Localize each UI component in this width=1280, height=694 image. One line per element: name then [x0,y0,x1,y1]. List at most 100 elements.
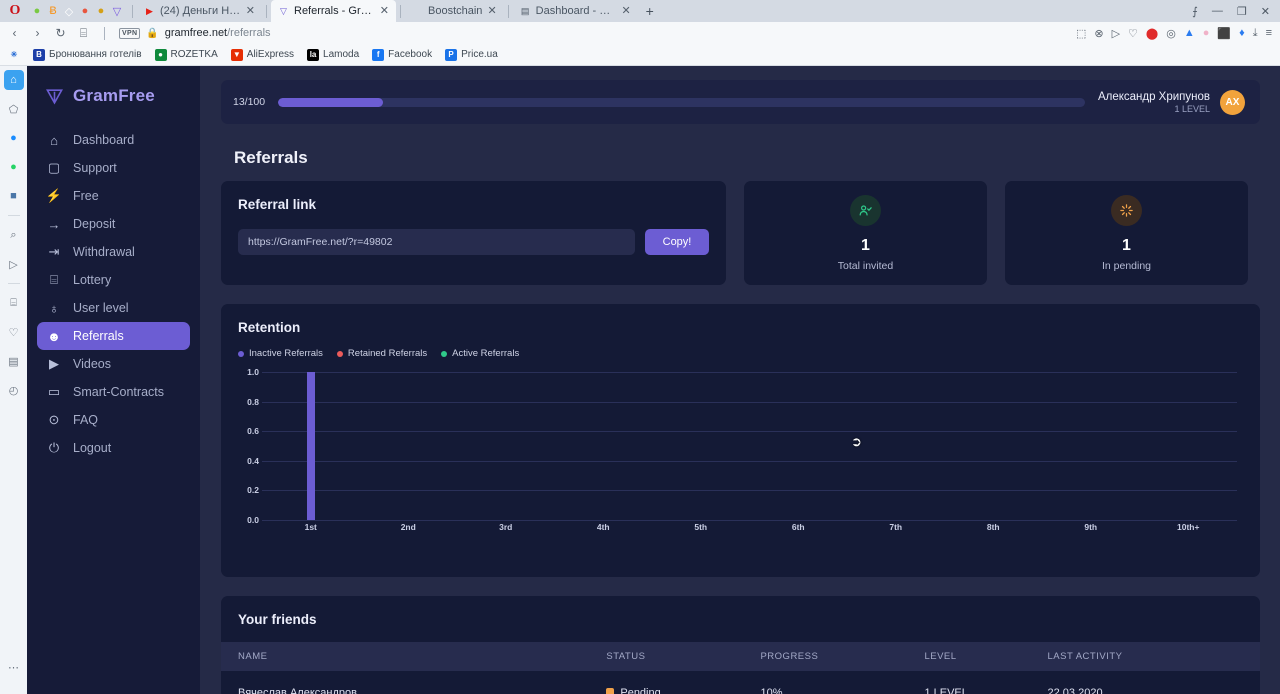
chart-bar-column[interactable] [457,372,555,520]
sidebar-item-faq[interactable]: ⊙ FAQ [37,406,190,434]
divider [400,4,401,18]
block-ads-icon[interactable]: ⊗ [1094,27,1103,40]
new-tab-button[interactable]: + [638,3,662,19]
referral-link-row: Copy! [238,229,709,255]
close-window-button[interactable]: ✕ [1261,5,1270,18]
bookmark-star-icon: ✳ [10,50,18,59]
chart-bar-column[interactable] [360,372,458,520]
legend-item[interactable]: Inactive Referrals [238,348,323,359]
tab-close-icon[interactable]: ✕ [380,5,389,17]
bookmark-star[interactable]: ✳ [8,49,20,61]
ext-diamond-icon[interactable]: ◇ [62,4,76,18]
heart-icon[interactable]: ♡ [1128,27,1138,40]
chart-bar-column[interactable] [652,372,750,520]
chart-bar-column[interactable] [847,372,945,520]
messenger-icon[interactable]: ● [4,128,24,148]
crypto-wallet-icon[interactable]: ▲ [1184,27,1195,39]
ext-gold-icon[interactable]: ● [94,4,108,18]
copy-button[interactable]: Copy! [645,229,709,255]
divider [266,4,267,18]
bookmark-facebook[interactable]: f Facebook [372,48,432,61]
telegram-icon[interactable]: ▷ [4,254,24,274]
home-icon[interactable]: ⌂ [3,70,24,90]
tab-title: Referrals - GramFree [294,5,375,17]
y-axis: 1.0 0.8 0.6 0.4 0.2 0.0 [234,367,262,525]
bookmark-aliexpress[interactable]: ▼ AliExpress [230,48,294,61]
bookmark-rozetka[interactable]: ● ROZETKA [154,48,218,61]
sync-icon[interactable]: ♦ [1239,27,1245,39]
divider [104,26,105,40]
browser-tab[interactable]: ▶ (24) Деньги Не Работая - ✕ [137,0,262,22]
player-icon[interactable]: ◎ [1166,27,1176,40]
minimize-button[interactable]: — [1212,5,1223,17]
whatsapp-icon[interactable]: ● [4,157,24,177]
vk-icon[interactable]: ■ [4,186,24,206]
chart-bar-column[interactable] [945,372,1043,520]
easy-setup-icon[interactable]: ≡ [1266,27,1272,39]
sidebar-item-smart-contracts[interactable]: ▭ Smart-Contracts [37,378,190,406]
tab-close-icon[interactable]: ✕ [487,5,496,17]
sidebar-item-dashboard[interactable]: ⌂ Dashboard [37,126,190,154]
table-row[interactable]: Вячеслав Александров Pending 10% 1 LEVEL 22.… [221,671,1260,694]
browser-tab[interactable]: ▤ Dashboard - Next Genera ✕ [513,0,638,22]
send-icon[interactable]: ▷ [1112,27,1120,40]
bookmark-lamoda[interactable]: la Lamoda [307,48,359,61]
browser-tab[interactable]: Boostchain ✕ [405,0,504,22]
downloads-icon[interactable]: ⤓ [1253,27,1258,40]
chart-bar-column[interactable] [555,372,653,520]
chart-bar-column[interactable] [1140,372,1238,520]
tab-menu-button[interactable]: ⨍ [1192,5,1198,18]
favorites-icon[interactable]: ♡ [4,322,24,342]
chart-bar-column[interactable] [750,372,848,520]
chart-bar[interactable] [306,372,315,520]
address-bar[interactable]: VPN 🔒 gramfree.net/referrals [119,27,1066,39]
bookmark-booking[interactable]: B Бронювання готелів [33,48,142,61]
brand[interactable]: GramFree [27,66,200,106]
chart-bar-column[interactable] [1042,372,1140,520]
user-menu[interactable]: Александр Хрипунов 1 LEVEL AX [1098,89,1245,115]
sidebar-item-videos[interactable]: ▶ Videos [37,350,190,378]
speed-dial-icon[interactable]: ⌸ [4,293,24,313]
extension-badge-icon[interactable]: ⬤ [1146,27,1158,40]
back-button[interactable]: ‹ [8,26,21,40]
sidebar-item-logout[interactable]: ⏻ Logout [37,434,190,462]
legend-item[interactable]: Retained Referrals [336,348,427,359]
avatar[interactable]: AX [1220,89,1245,115]
play-circle-icon: ▶ [49,356,59,371]
maximize-button[interactable]: ❐ [1237,5,1247,18]
history-icon[interactable]: ◴ [4,380,24,400]
vpn-badge[interactable]: VPN [119,27,141,39]
news-icon[interactable]: ▤ [4,351,24,371]
sidebar-item-support[interactable]: ▢ Support [37,154,190,182]
ext-red-icon[interactable]: ● [78,4,92,18]
snapshot-icon[interactable]: ⬚ [1076,27,1086,40]
sidebar-item-user-level[interactable]: ♁ User level [37,294,190,322]
sidebar-item-referrals[interactable]: ☻ Referrals [37,322,190,350]
sidebar-item-deposit[interactable]: → Deposit [37,210,190,238]
tab-close-icon[interactable]: ✕ [621,5,630,17]
referral-link-input[interactable] [238,229,635,255]
tab-close-icon[interactable]: ✕ [246,5,255,17]
speed-dial-button[interactable]: ⌸ [77,26,90,41]
bookmark-priceua-icon: P [445,48,458,61]
ext-ton-icon[interactable]: ▽ [110,4,124,18]
opera-menu-button[interactable]: O [4,0,26,22]
friends-table: NAME STATUS PROGRESS LEVEL LAST ACTIVITY Вяч… [221,642,1260,694]
ext-green-icon[interactable]: ● [30,4,44,18]
reload-button[interactable]: ↻ [54,26,67,40]
forward-button[interactable]: › [31,26,44,40]
sidebar-item-free[interactable]: ⚡ Free [37,182,190,210]
gallery-icon[interactable]: ● [1203,27,1210,39]
bookmark-icon[interactable]: ⬠ [4,99,24,119]
sidebar-item-lottery[interactable]: ⌸ Lottery [37,266,190,294]
side-panel-more-button[interactable]: ⋯ [8,661,19,674]
divider [507,4,509,18]
bookmark-priceua[interactable]: P Price.ua [445,48,498,61]
browser-tab[interactable]: ▽ Referrals - GramFree ✕ [271,0,396,22]
chart-bar-column[interactable] [262,372,360,520]
search-icon[interactable]: ⌕ [4,225,24,245]
image-icon[interactable]: ⬛ [1217,27,1231,40]
sidebar-item-withdrawal[interactable]: ⇥ Withdrawal [37,238,190,266]
legend-item[interactable]: Active Referrals [441,348,519,359]
ext-bitcoin-icon[interactable]: Ƀ [46,4,60,18]
